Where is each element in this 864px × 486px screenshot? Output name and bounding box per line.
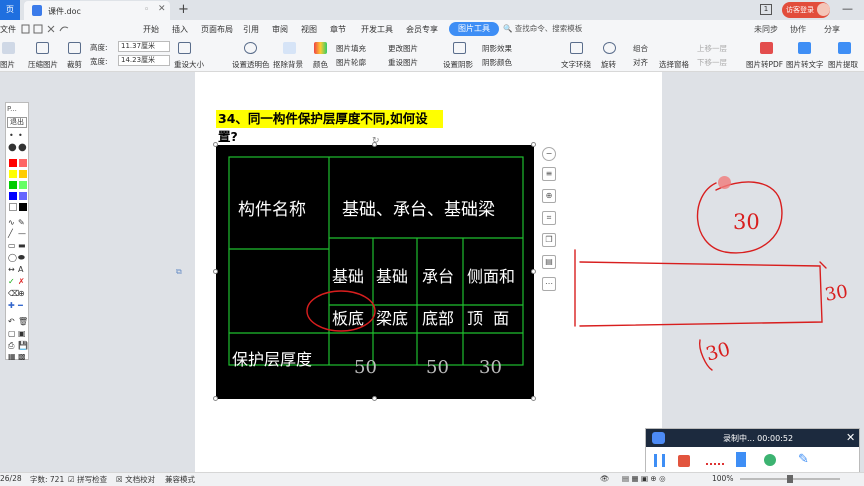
- color-swatch-blue[interactable]: [9, 192, 17, 200]
- screenshot-icon[interactable]: ▦: [8, 352, 16, 361]
- color-swatch-yellow[interactable]: [9, 170, 17, 178]
- dot-xl-icon[interactable]: ●: [18, 142, 27, 153]
- eye-icon[interactable]: 👁: [600, 474, 610, 483]
- recorder-status: 录制中... 00:00:52: [723, 434, 794, 443]
- dot-small-icon[interactable]: •: [9, 131, 14, 140]
- plus-icon[interactable]: ✚: [8, 301, 15, 310]
- proofread[interactable]: ☒ 文档校对: [116, 474, 155, 485]
- image-icon[interactable]: ▩: [18, 352, 26, 361]
- drawing-exit-button[interactable]: 退出: [7, 117, 27, 128]
- trash-icon[interactable]: 🗑: [18, 317, 28, 326]
- ink-annotations: [306, 181, 827, 371]
- freehand-icon[interactable]: ∿: [8, 218, 15, 227]
- arrow-icon[interactable]: ↔: [8, 265, 15, 274]
- blank-page-icon[interactable]: ▣: [18, 329, 26, 338]
- color-swatch-lightblue[interactable]: [19, 192, 27, 200]
- pause-icon[interactable]: [654, 454, 665, 467]
- stop-icon[interactable]: [678, 455, 690, 467]
- dash-icon[interactable]: —: [18, 229, 26, 238]
- view-mode-icons[interactable]: ▤ ▦ ▣ ⊕ ◎: [622, 474, 666, 483]
- ink-rectangle: [579, 261, 823, 327]
- color-swatch-red[interactable]: [9, 159, 17, 167]
- pen-tool-icon[interactable]: ✎: [798, 452, 809, 467]
- line-icon[interactable]: ╱: [8, 229, 13, 238]
- color-swatch-green[interactable]: [9, 181, 17, 189]
- color-swatch-lightgreen[interactable]: [19, 181, 27, 189]
- save-icon[interactable]: 💾: [18, 341, 28, 350]
- spell-check-icon: ☑: [68, 475, 78, 484]
- ink-text-top: 30: [733, 210, 760, 234]
- check-icon[interactable]: ✓: [8, 277, 15, 286]
- recorder-logo-icon: [652, 432, 665, 444]
- highlighter-icon[interactable]: [736, 452, 746, 467]
- proofread-icon: ☒: [116, 475, 126, 484]
- ellipse-icon[interactable]: ◯: [8, 253, 17, 262]
- page-indicator[interactable]: 26/28: [0, 474, 22, 483]
- zoom-slider-thumb[interactable]: [787, 475, 793, 483]
- spell-check-label: 拼写检查: [77, 475, 108, 484]
- rect-icon[interactable]: ▭: [8, 241, 16, 250]
- pen-cursor: [718, 176, 731, 189]
- ink-text-right: 30: [823, 281, 850, 306]
- compat-mode: 兼容模式: [165, 475, 195, 484]
- color-swatch-amber[interactable]: [19, 170, 27, 178]
- proofread-label: 文档校对: [125, 475, 156, 484]
- minus-icon[interactable]: ━: [18, 301, 23, 310]
- dot-large-icon[interactable]: •: [18, 131, 23, 140]
- recorder-close-icon[interactable]: ✕: [846, 431, 855, 444]
- zoom-in-icon[interactable]: ⊕: [18, 289, 25, 298]
- dot-medium-icon[interactable]: ●: [8, 142, 17, 153]
- color-swatch-white[interactable]: [9, 203, 17, 211]
- draw-tool-icon[interactable]: [706, 458, 724, 465]
- filled-ellipse-icon[interactable]: ⬬: [18, 253, 25, 263]
- color-swatch-black[interactable]: [19, 203, 27, 211]
- color-swatch-pink[interactable]: [19, 159, 27, 167]
- zoom-level[interactable]: 100%: [712, 474, 733, 483]
- word-count[interactable]: 字数: 721: [30, 474, 64, 485]
- pen-icon[interactable]: ✎: [18, 218, 25, 227]
- new-page-icon[interactable]: ▢: [8, 329, 16, 338]
- filled-rect-icon[interactable]: ▬: [18, 241, 26, 250]
- text-tool-icon[interactable]: A: [18, 265, 23, 274]
- camera-icon[interactable]: [764, 454, 776, 466]
- drawing-toolbar-title: P...: [7, 105, 17, 113]
- print-icon[interactable]: ⎙: [8, 341, 14, 351]
- cross-icon[interactable]: ✗: [18, 277, 25, 286]
- ink-tick: [819, 261, 827, 269]
- spell-check[interactable]: ☑ 拼写检查: [68, 474, 107, 485]
- undo-icon[interactable]: ↶: [8, 317, 15, 326]
- ink-circle-slab: [306, 290, 376, 332]
